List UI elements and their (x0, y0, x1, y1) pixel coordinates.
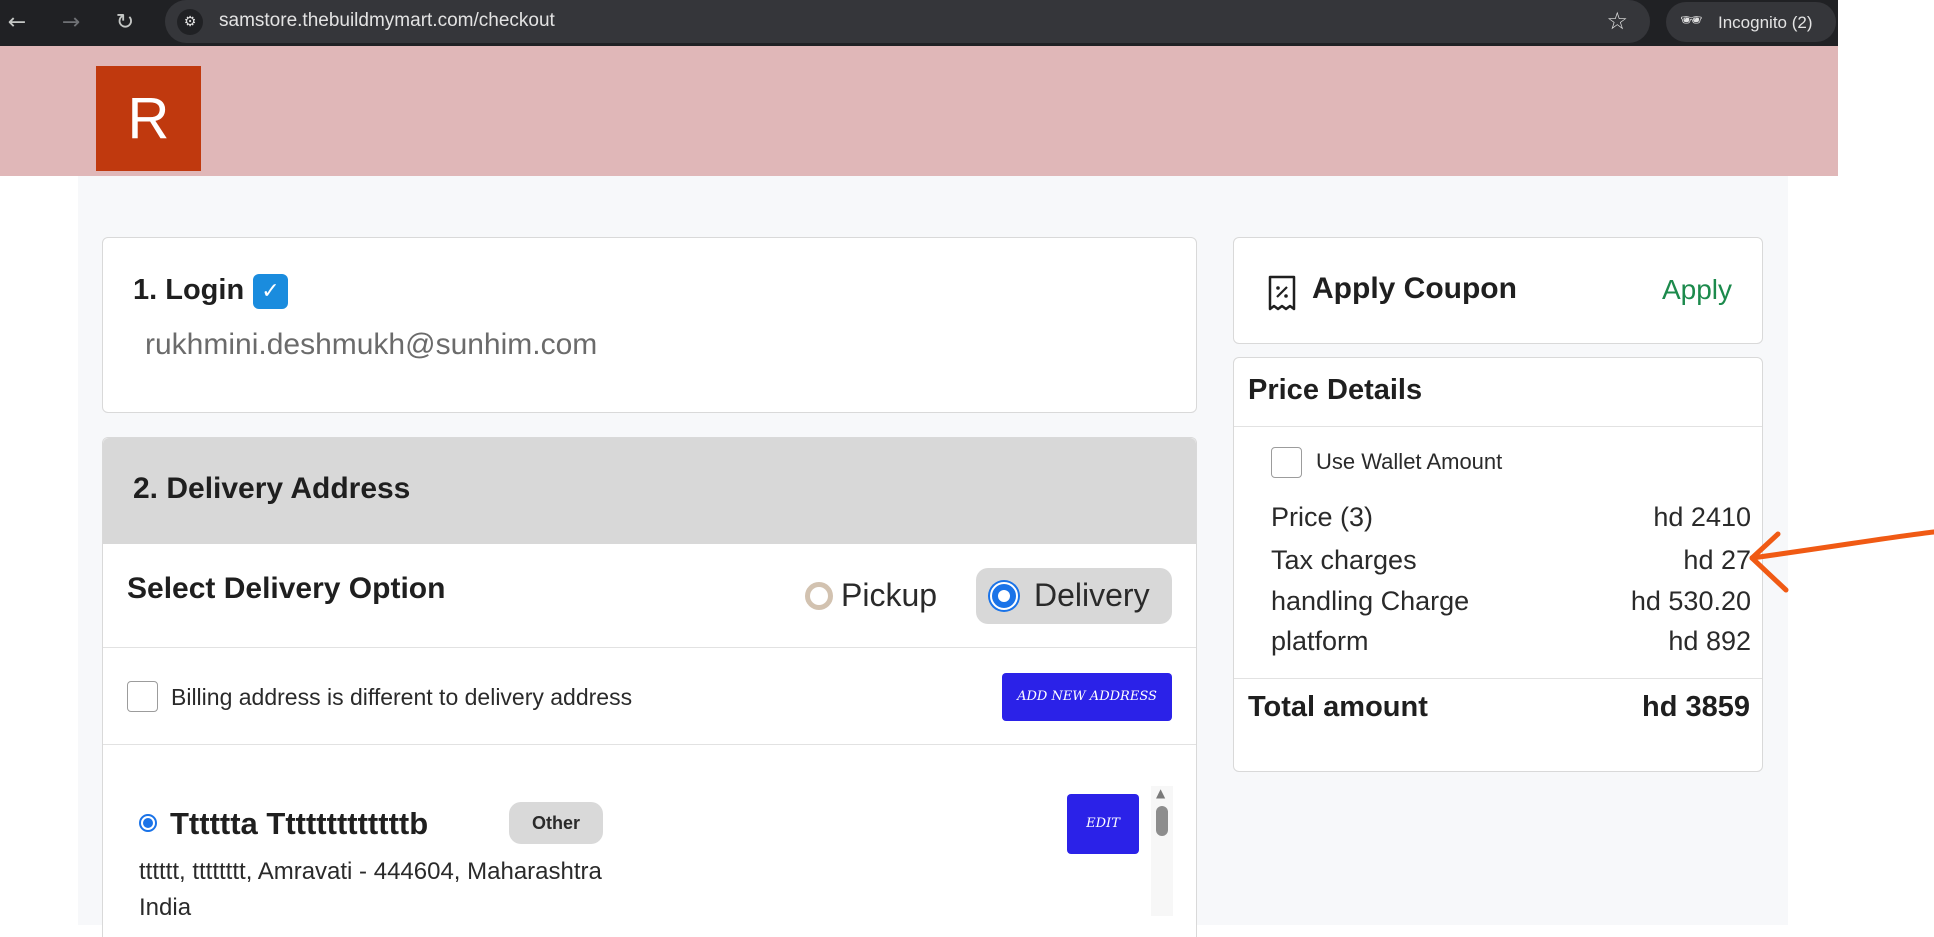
site-settings-icon[interactable]: ⚙ (177, 9, 203, 35)
coupon-card: Apply Coupon Apply (1233, 237, 1763, 344)
divider (103, 744, 1196, 745)
incognito-badge[interactable]: 🕶 Incognito (2) (1666, 2, 1836, 42)
billing-different-label: Billing address is different to delivery… (171, 684, 633, 710)
tax-value: hd 27 (1683, 545, 1751, 575)
incognito-label: Incognito (2) (1718, 13, 1813, 32)
price-row: Price (3) hd 2410 (1271, 502, 1751, 536)
login-verified-check-icon: ✓ (253, 274, 288, 309)
address-select-radio[interactable] (139, 814, 157, 832)
address-line-1: tttttt, tttttttt, Amravati - 444604, Mah… (139, 858, 602, 885)
address-type-badge: Other (509, 802, 603, 844)
scroll-up-arrow-icon[interactable]: ▲ (1156, 786, 1165, 800)
delivery-radio[interactable] (990, 582, 1018, 610)
billing-different-checkbox[interactable] (127, 681, 158, 712)
add-new-address-button[interactable]: ADD NEW ADDRESS (1002, 673, 1172, 721)
use-wallet-checkbox[interactable] (1271, 447, 1302, 478)
login-title: 1. Login (133, 274, 245, 306)
delivery-label: Delivery (1034, 577, 1150, 613)
delivery-option-title: Select Delivery Option (127, 572, 446, 605)
site-header: R (0, 46, 1838, 176)
total-amount-label: Total amount (1248, 691, 1428, 723)
forward-icon[interactable]: → (56, 8, 86, 38)
platform-row: platform hd 892 (1271, 626, 1751, 660)
annotation-arrow-icon (1749, 529, 1934, 593)
price-details-title: Price Details (1248, 374, 1423, 406)
pickup-option[interactable]: Pickup (791, 568, 949, 624)
price-label: Price (3) (1271, 502, 1374, 532)
apply-coupon-link[interactable]: Apply (1662, 274, 1732, 306)
delivery-address-header: 2. Delivery Address (103, 438, 1196, 544)
edit-address-button[interactable]: EDIT (1067, 794, 1139, 854)
back-icon[interactable]: ← (2, 8, 32, 38)
divider (1234, 678, 1762, 679)
delivery-address-card: 2. Delivery Address Select Delivery Opti… (102, 437, 1197, 937)
pickup-label: Pickup (841, 577, 938, 613)
platform-value: hd 892 (1668, 626, 1751, 656)
divider (1234, 426, 1762, 427)
handling-row: handling Charge hd 530.20 (1271, 586, 1751, 620)
incognito-icon: 🕶 (1680, 10, 1703, 31)
total-amount-value: hd 3859 (1642, 691, 1750, 723)
address-name: Tttttta Tttttttttttttb (170, 806, 429, 841)
browser-toolbar: ← → ↻ ⚙ samstore.thebuildmymart.com/chec… (0, 0, 1838, 46)
reload-icon[interactable]: ↻ (110, 8, 140, 38)
url-text[interactable]: samstore.thebuildmymart.com/checkout (219, 10, 555, 32)
tax-label: Tax charges (1271, 545, 1417, 575)
login-card: 1. Login ✓ rukhmini.deshmukh@sunhim.com (102, 237, 1197, 413)
divider (103, 647, 1196, 648)
coupon-icon (1268, 275, 1296, 311)
scroll-thumb[interactable] (1156, 806, 1168, 836)
bookmark-star-icon[interactable]: ☆ (1606, 7, 1628, 35)
platform-label: platform (1271, 626, 1369, 656)
address-bar[interactable]: ⚙ samstore.thebuildmymart.com/checkout ☆ (165, 0, 1650, 43)
price-value: hd 2410 (1653, 502, 1751, 532)
pickup-radio[interactable] (805, 582, 833, 610)
tax-row: Tax charges hd 27 (1271, 545, 1751, 579)
address-line-2: India (139, 894, 192, 921)
delivery-option[interactable]: Delivery (976, 568, 1172, 624)
handling-label: handling Charge (1271, 586, 1470, 616)
address-list-scrollbar[interactable]: ▲ (1151, 786, 1173, 916)
price-details-card: Price Details Use Wallet Amount Price (3… (1233, 357, 1763, 772)
login-email: rukhmini.deshmukh@sunhim.com (145, 328, 598, 361)
store-logo[interactable]: R (96, 66, 201, 171)
use-wallet-label: Use Wallet Amount (1316, 449, 1503, 474)
delivery-address-title: 2. Delivery Address (133, 472, 411, 505)
coupon-title: Apply Coupon (1312, 272, 1517, 305)
handling-value: hd 530.20 (1630, 586, 1751, 616)
